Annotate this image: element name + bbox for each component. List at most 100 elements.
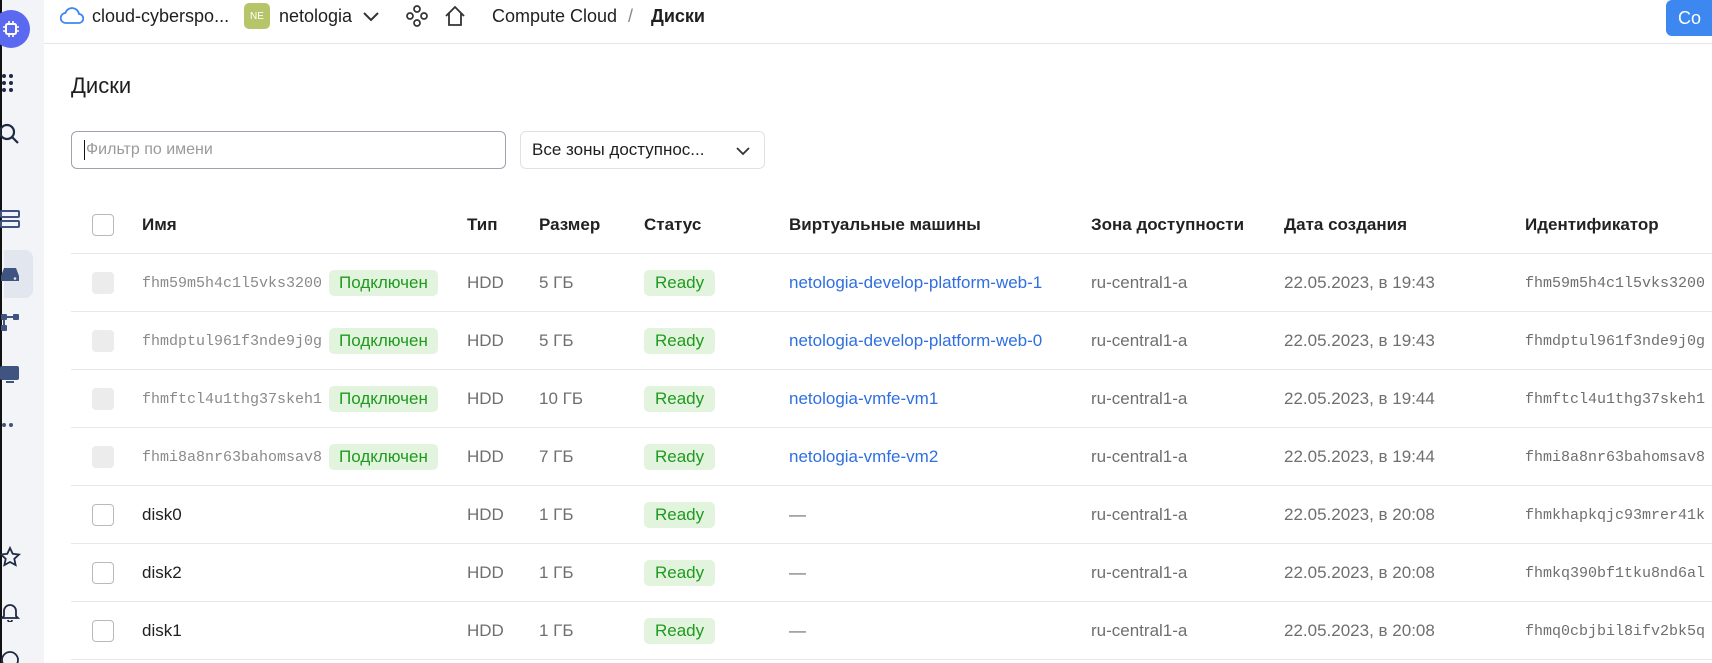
disk-zone: ru-central1-a bbox=[1091, 331, 1188, 350]
top-bar: cloud-cyberspo... NE netologia Compute C… bbox=[44, 0, 1712, 44]
column-header-name[interactable]: Имя bbox=[142, 196, 177, 254]
disk-size: 1 ГБ bbox=[539, 505, 574, 524]
disk-id: fhm59m5h4c1l5vks3200 bbox=[1525, 274, 1706, 292]
select-all-checkbox[interactable] bbox=[92, 214, 114, 236]
disk-zone: ru-central1-a bbox=[1091, 505, 1188, 524]
disk-created: 22.05.2023, в 20:08 bbox=[1284, 563, 1435, 582]
disk-name[interactable]: disk2 bbox=[142, 544, 182, 602]
zone-select-value: Все зоны доступнос... bbox=[532, 140, 705, 159]
disk-size: 10 ГБ bbox=[539, 389, 583, 408]
disk-name[interactable]: disk0 bbox=[142, 486, 182, 544]
disk-size: 5 ГБ bbox=[539, 331, 574, 350]
chevron-down-icon bbox=[736, 147, 750, 156]
chevron-down-icon bbox=[363, 12, 379, 22]
disk-id: fhmkhapkqjc93mrer41k bbox=[1525, 506, 1706, 524]
star-icon[interactable] bbox=[0, 545, 22, 569]
vm-empty: — bbox=[789, 505, 806, 524]
service-name: Compute Cloud bbox=[492, 5, 618, 26]
disk-created: 22.05.2023, в 19:44 bbox=[1284, 389, 1435, 408]
filter-placeholder: Фильтр по имени bbox=[86, 141, 213, 158]
org-switcher[interactable]: NE netologia bbox=[244, 0, 380, 32]
vm-empty: — bbox=[789, 563, 806, 582]
row-checkbox[interactable] bbox=[92, 562, 114, 584]
table-row[interactable]: fhmftcl4u1thg37skeh1 Подключен HDD 10 ГБ… bbox=[71, 370, 1712, 428]
services-icon[interactable] bbox=[406, 0, 428, 32]
table-row[interactable]: disk1 HDD 1 ГБ Ready — ru-central1-a 22.… bbox=[71, 602, 1712, 660]
disk-name[interactable]: disk1 bbox=[142, 602, 182, 660]
vm-link[interactable]: netologia-vmfe-vm2 bbox=[789, 428, 938, 486]
org-badge: NE bbox=[244, 3, 270, 29]
current-breadcrumb: Диски bbox=[651, 5, 705, 26]
table-row[interactable]: disk0 HDD 1 ГБ Ready — ru-central1-a 22.… bbox=[71, 486, 1712, 544]
breadcrumb-separator: / bbox=[628, 5, 634, 26]
disk-id: fhmi8a8nr63bahomsav8 bbox=[1525, 448, 1706, 466]
disk-zone: ru-central1-a bbox=[1091, 447, 1188, 466]
servers-icon[interactable] bbox=[0, 207, 22, 231]
column-header-size[interactable]: Размер bbox=[539, 196, 600, 254]
disk-type: HDD bbox=[467, 389, 504, 408]
create-disk-button[interactable]: Со bbox=[1666, 0, 1712, 36]
table-row[interactable]: disk2 HDD 1 ГБ Ready — ru-central1-a 22.… bbox=[71, 544, 1712, 602]
disk-size: 1 ГБ bbox=[539, 621, 574, 640]
column-header-created[interactable]: Дата создания bbox=[1284, 196, 1407, 254]
status-badge: Ready bbox=[644, 560, 716, 586]
disk-type: HDD bbox=[467, 331, 504, 350]
disk-type: HDD bbox=[467, 621, 504, 640]
disk-type: HDD bbox=[467, 273, 504, 292]
disk-type: HDD bbox=[467, 505, 504, 524]
status-badge: Ready bbox=[644, 386, 716, 412]
disk-created: 22.05.2023, в 19:43 bbox=[1284, 331, 1435, 350]
disk-name: fhmi8a8nr63bahomsav8 bbox=[142, 448, 323, 466]
attached-badge: Подключен bbox=[329, 270, 438, 296]
search-icon[interactable] bbox=[0, 122, 22, 146]
column-header-zone[interactable]: Зона доступности bbox=[1091, 196, 1244, 254]
column-header-vms[interactable]: Виртуальные машины bbox=[789, 196, 981, 254]
disk-created: 22.05.2023, в 19:44 bbox=[1284, 447, 1435, 466]
home-icon[interactable] bbox=[444, 0, 466, 32]
row-checkbox bbox=[92, 388, 114, 410]
network-icon[interactable] bbox=[0, 310, 22, 334]
compute-logo-icon[interactable] bbox=[0, 10, 30, 48]
attached-badge: Подключен bbox=[329, 444, 438, 470]
vm-link[interactable]: netologia-develop-platform-web-0 bbox=[789, 312, 1042, 370]
row-checkbox[interactable] bbox=[92, 504, 114, 526]
attached-badge: Подключен bbox=[329, 386, 438, 412]
services-grid-icon[interactable] bbox=[0, 70, 22, 94]
support-icon[interactable] bbox=[0, 648, 22, 663]
disks-icon[interactable] bbox=[0, 262, 22, 286]
row-checkbox[interactable] bbox=[92, 620, 114, 642]
cloud-icon bbox=[60, 7, 84, 24]
status-badge: Ready bbox=[644, 618, 716, 644]
name-filter-input[interactable]: Фильтр по имени bbox=[71, 131, 506, 169]
bell-icon[interactable] bbox=[0, 600, 22, 624]
table-header: Имя Тип Размер Статус Виртуальные машины… bbox=[71, 196, 1712, 254]
vm-link[interactable]: netologia-develop-platform-web-1 bbox=[789, 254, 1042, 312]
org-name: netologia bbox=[279, 5, 353, 26]
zone-select[interactable]: Все зоны доступнос... bbox=[520, 131, 765, 169]
service-breadcrumb[interactable]: Compute Cloud bbox=[492, 0, 617, 32]
table-row[interactable]: fhmi8a8nr63bahomsav8 Подключен HDD 7 ГБ … bbox=[71, 428, 1712, 486]
disk-id: fhmq0cbjbil8ifv2bk5q bbox=[1525, 622, 1706, 640]
disk-type: HDD bbox=[467, 447, 504, 466]
column-header-status[interactable]: Статус bbox=[644, 196, 701, 254]
column-header-type[interactable]: Тип bbox=[467, 196, 497, 254]
vm-link[interactable]: netologia-vmfe-vm1 bbox=[789, 370, 938, 428]
table-row[interactable]: fhmdptul961f3nde9j0g Подключен HDD 5 ГБ … bbox=[71, 312, 1712, 370]
attached-badge: Подключен bbox=[329, 328, 438, 354]
table-row[interactable]: fhm59m5h4c1l5vks3200 Подключен HDD 5 ГБ … bbox=[71, 254, 1712, 312]
disk-id: fhmftcl4u1thg37skeh1 bbox=[1525, 390, 1706, 408]
cloud-breadcrumb[interactable]: cloud-cyberspo... bbox=[60, 0, 229, 32]
disk-created: 22.05.2023, в 19:43 bbox=[1284, 273, 1435, 292]
disk-created: 22.05.2023, в 20:08 bbox=[1284, 621, 1435, 640]
status-badge: Ready bbox=[644, 270, 716, 296]
row-checkbox bbox=[92, 272, 114, 294]
disk-name: fhmftcl4u1thg37skeh1 bbox=[142, 390, 323, 408]
disk-created: 22.05.2023, в 20:08 bbox=[1284, 505, 1435, 524]
column-header-id[interactable]: Идентификатор bbox=[1525, 196, 1659, 254]
disk-id: fhmdptul961f3nde9j0g bbox=[1525, 332, 1706, 350]
more-icon[interactable] bbox=[0, 413, 22, 437]
row-checkbox bbox=[92, 330, 114, 352]
disk-size: 1 ГБ bbox=[539, 563, 574, 582]
monitor-icon[interactable] bbox=[0, 362, 22, 386]
disk-zone: ru-central1-a bbox=[1091, 621, 1188, 640]
